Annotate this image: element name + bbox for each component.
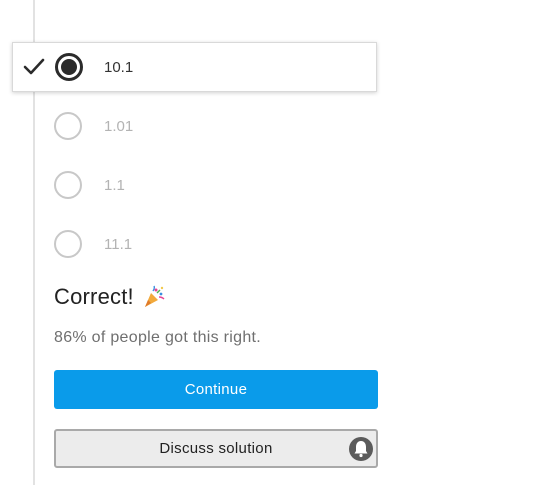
- answer-option-label: 10.1: [104, 59, 134, 76]
- bell-icon[interactable]: [348, 436, 374, 462]
- radio-unselected[interactable]: [54, 230, 82, 258]
- checkmark-icon: [23, 58, 45, 75]
- result-heading: Correct!: [54, 284, 166, 310]
- answer-option-3[interactable]: 1.1: [54, 160, 377, 210]
- discuss-solution-button[interactable]: Discuss solution: [54, 429, 378, 468]
- quiz-panel: 10.1 1.01 1.1 11.1 Correct! 86% of peopl…: [0, 0, 548, 485]
- party-popper-icon: [144, 285, 165, 307]
- answer-option-4[interactable]: 11.1: [54, 219, 377, 269]
- answer-option-label: 1.1: [104, 177, 125, 194]
- answer-option-2[interactable]: 1.01: [54, 101, 377, 151]
- radio-unselected[interactable]: [54, 171, 82, 199]
- radio-selected[interactable]: [55, 53, 83, 81]
- discuss-solution-label: Discuss solution: [159, 440, 273, 457]
- answer-option-1[interactable]: 10.1: [12, 42, 377, 92]
- result-title-text: Correct!: [54, 284, 134, 309]
- answer-option-label: 1.01: [104, 118, 134, 135]
- radio-unselected[interactable]: [54, 112, 82, 140]
- answer-option-label: 11.1: [104, 236, 133, 253]
- success-rate-text: 86% of people got this right.: [54, 329, 262, 346]
- continue-button[interactable]: Continue: [54, 370, 378, 409]
